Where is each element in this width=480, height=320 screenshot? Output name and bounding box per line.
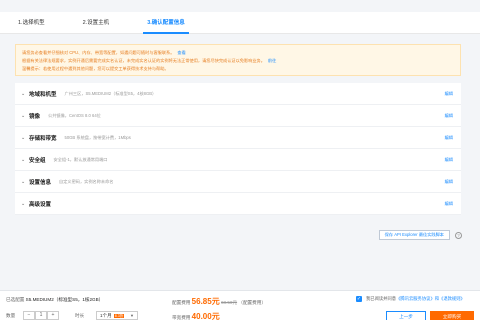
quantity-value[interactable]: 1 [35, 311, 47, 320]
step-setup-host[interactable]: 2.设置主机 [83, 12, 110, 34]
edit-link[interactable]: 编辑 [445, 179, 453, 185]
section-summary: 50GB 系统盘，按带宽计费，1Mbps [64, 134, 131, 140]
fee-label: 配置费用 [172, 300, 191, 305]
chevron-down-icon: ⌄ [21, 156, 26, 163]
discount-badge: 8.3折 [113, 314, 125, 318]
config-label: 已选配置 [6, 297, 25, 302]
section-region-model[interactable]: ⌄ 地域和机型 广州三区，S5.MEDIUM2（标准型S5，4核8GB） 编辑 [15, 83, 461, 105]
chevron-down-icon: ⌄ [21, 90, 26, 97]
config-sections: ⌄ 地域和机型 广州三区，S5.MEDIUM2（标准型S5，4核8GB） 编辑 … [15, 83, 461, 215]
notice-link[interactable]: 查看 [177, 50, 185, 55]
edit-link[interactable]: 编辑 [445, 157, 453, 163]
term-label: 时长 [75, 313, 85, 318]
agree-label: 我已阅读并同意 [366, 296, 397, 301]
notice-link[interactable]: 前往 [268, 58, 276, 63]
section-summary: 广州三区，S5.MEDIUM2（标准型S5，4核8GB） [64, 90, 157, 96]
notice-line: 温馨提示：若使用过程中遇到其他问题，您可以提交工单获得技术支持与帮助。 [22, 65, 454, 73]
step-confirm-config[interactable]: 3.确认配置信息 [143, 12, 189, 34]
chevron-down-icon: ⌄ [21, 112, 26, 119]
prev-step-button[interactable]: 上一步 [386, 311, 426, 320]
save-template-button[interactable]: 保存 API Explorer 最佳实践脚本 [378, 230, 450, 240]
agreement-text: 我已阅读并同意《腾讯云服务协议》和《退款规则》 [366, 296, 465, 302]
help-icon[interactable]: ? [455, 231, 462, 239]
chevron-down-icon: ⌄ [21, 200, 26, 207]
term-select[interactable]: 1个月 8.3折 ▼ [96, 311, 138, 320]
fee-original: 68.50元 [220, 300, 238, 305]
bandwidth-value: 40.00元 [191, 312, 220, 320]
section-settings[interactable]: ⌄ 设置信息 自定义密码，实例名称未命名 编辑 [15, 171, 461, 193]
fee-value: 56.85元 [191, 297, 220, 306]
chevron-down-icon: ⌄ [21, 178, 26, 185]
edit-link[interactable]: 编辑 [445, 113, 453, 119]
edit-link[interactable]: 编辑 [445, 135, 453, 141]
section-title: 设置信息 [29, 179, 52, 186]
agreement-link[interactable]: 《腾讯云服务协议》和《退款规则》 [396, 296, 465, 301]
chevron-down-icon: ⌄ [21, 134, 26, 141]
config-summary: 已选配置 S5.MEDIUM2（标准型S5，1核2GB） [6, 297, 103, 303]
section-summary: 安全组-1，默认放通常用端口 [53, 156, 108, 162]
chevron-down-icon: ▼ [130, 313, 134, 318]
quantity-label: 数量 [6, 313, 16, 318]
edit-link[interactable]: 编辑 [445, 201, 453, 207]
section-title: 高级设置 [29, 201, 52, 208]
agree-checkbox[interactable]: ✓ [356, 296, 362, 302]
bandwidth-label: 带宽费用 [172, 315, 191, 320]
section-image[interactable]: ⌄ 镜像 公共镜像，CentOS 8.0 64位 编辑 [15, 105, 461, 127]
purchase-footer: 已选配置 S5.MEDIUM2（标准型S5，1核2GB） 数量 − 1 + 时长… [0, 290, 480, 320]
notice-line: 请您务必查看并仔细核对 CPU、内存、带宽等配置，如遇问题可随时与客服联系。 查看 [22, 49, 454, 57]
notice-text: 请您务必查看并仔细核对 CPU、内存、带宽等配置，如遇问题可随时与客服联系。 [22, 50, 175, 55]
save-template-row: 保存 API Explorer 最佳实践脚本 ? [378, 230, 462, 240]
step-tabs: 1.选择机型 2.设置主机 3.确认配置信息 [0, 12, 480, 34]
minus-button[interactable]: − [23, 311, 35, 320]
section-title: 镜像 [29, 113, 41, 120]
fee-row: 配置费用 56.85元 68.50元 （配置费用） [172, 296, 266, 307]
section-title: 安全组 [29, 157, 46, 164]
edit-link[interactable]: 编辑 [445, 91, 453, 97]
buy-now-button[interactable]: 立即购买 [430, 311, 474, 320]
fee-note: （配置费用） [238, 300, 266, 305]
notice-box: 请您务必查看并仔细核对 CPU、内存、带宽等配置，如遇问题可随时与客服联系。 查看… [15, 44, 461, 76]
section-advanced[interactable]: ⌄ 高级设置 编辑 [15, 193, 461, 215]
section-title: 地域和机型 [29, 91, 57, 98]
plus-button[interactable]: + [47, 311, 59, 320]
section-storage-bandwidth[interactable]: ⌄ 存储和带宽 50GB 系统盘，按带宽计费，1Mbps 编辑 [15, 127, 461, 149]
config-value: S5.MEDIUM2（标准型S5，1核2GB） [25, 297, 104, 302]
bandwidth-row: 带宽费用 40.00元 [172, 311, 220, 320]
notice-text: 温馨提示：若使用过程中遇到其他问题，您可以提交工单获得技术支持与帮助。 [22, 66, 169, 71]
section-security-group[interactable]: ⌄ 安全组 安全组-1，默认放通常用端口 编辑 [15, 149, 461, 171]
notice-text: 根据有关法律法规要求，实例开通后需要完成实名认证，未完成实名认证的实例将无法正常… [22, 58, 265, 63]
quantity-stepper[interactable]: − 1 + [23, 311, 59, 320]
step-select-model[interactable]: 1.选择机型 [18, 12, 45, 34]
section-title: 存储和带宽 [29, 135, 57, 142]
term-value: 1个月 [100, 313, 112, 318]
section-summary: 公共镜像，CentOS 8.0 64位 [48, 112, 101, 118]
notice-line: 根据有关法律法规要求，实例开通后需要完成实名认证，未完成实名认证的实例将无法正常… [22, 57, 454, 65]
section-summary: 自定义密码，实例名称未命名 [59, 178, 114, 184]
